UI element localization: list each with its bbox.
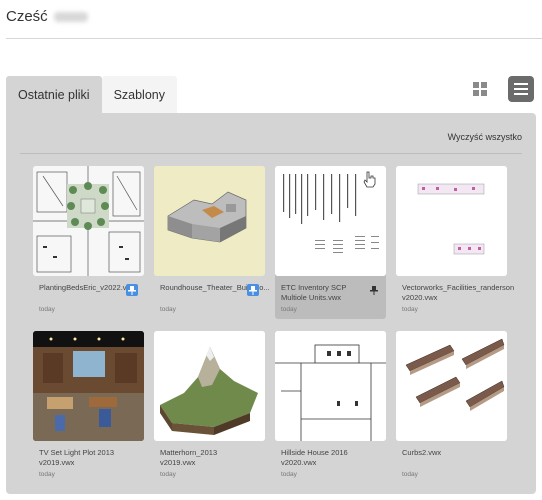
file-card[interactable]: Roundhouse_Theater_Buildino... today [154, 166, 270, 319]
tab-recent-files[interactable]: Ostatnie pliki [6, 76, 102, 113]
pin-button[interactable] [368, 284, 380, 296]
file-name: Curbs2.vwx [402, 448, 442, 457]
recent-files-panel: Wyczyść wszystko PlantingBedsEric_v2022.… [6, 113, 536, 494]
pin-button[interactable] [247, 284, 259, 296]
file-date: today [402, 471, 418, 478]
file-thumbnail [275, 331, 386, 441]
file-thumbnail [396, 166, 507, 276]
elevation-drawing-icon [275, 331, 386, 441]
file-thumbnail [396, 331, 507, 441]
file-card[interactable]: ETC Inventory SCP Multiole Units.vwx tod… [275, 166, 386, 319]
list-view-button[interactable] [508, 76, 534, 102]
tab-bar: Ostatnie pliki Szablony [6, 76, 177, 113]
file-name: Roundhouse_Theater_Buildino... [160, 283, 270, 292]
site-plan-icon [33, 166, 144, 276]
file-thumbnail [33, 166, 144, 276]
file-name: Hillside House 2016 v2020.vwx [281, 448, 348, 467]
file-date: today [39, 306, 55, 313]
file-name: ETC Inventory SCP Multiole Units.vwx [281, 283, 347, 302]
file-name: Matterhorn_2013 v2019.vwx [160, 448, 218, 467]
file-date: today [402, 306, 418, 313]
file-thumbnail [33, 331, 144, 441]
tab-templates[interactable]: Szablony [101, 76, 177, 113]
file-name: TV Set Light Plot 2013 v2019.vwx [39, 448, 115, 467]
file-date: today [281, 306, 297, 313]
pin-icon [128, 285, 136, 295]
grid-view-button[interactable] [468, 77, 492, 101]
clear-all-link[interactable]: Wyczyść wszystko [448, 132, 522, 142]
header-divider [6, 38, 542, 39]
file-name: PlantingBedsEric_v2022.vwx [39, 283, 136, 292]
file-thumbnail [275, 166, 386, 276]
building-model-icon [154, 166, 265, 276]
file-card[interactable]: Hillside House 2016 v2020.vwx today [275, 331, 386, 484]
grid-icon [473, 82, 487, 96]
facilities-plan-icon [396, 166, 507, 276]
view-toggle [468, 76, 534, 102]
mountain-terrain-icon [154, 331, 265, 441]
pin-button[interactable] [126, 284, 138, 296]
file-thumbnail [154, 331, 265, 441]
file-thumbnail [154, 166, 265, 276]
pin-icon [370, 285, 378, 295]
file-date: today [160, 306, 176, 313]
greeting: Cześć [6, 8, 88, 25]
file-date: today [39, 471, 55, 478]
file-card[interactable]: Curbs2.vwx today [396, 331, 507, 484]
tv-set-render-icon [33, 331, 144, 441]
file-card[interactable]: TV Set Light Plot 2013 v2019.vwx today [33, 331, 144, 484]
file-card[interactable]: PlantingBedsEric_v2022.vwx today [33, 166, 144, 319]
list-icon [514, 83, 528, 95]
hand-cursor-icon [363, 171, 376, 188]
file-card[interactable]: Vectorworks_Facilities_randerson v2020.v… [396, 166, 515, 319]
curbs-model-icon [396, 331, 507, 441]
file-date: today [160, 471, 176, 478]
file-card[interactable]: Matterhorn_2013 v2019.vwx today [154, 331, 265, 484]
panel-divider [20, 153, 522, 154]
file-date: today [281, 471, 297, 478]
greeting-text: Cześć [6, 8, 48, 25]
file-name: Vectorworks_Facilities_randerson v2020.v… [402, 283, 515, 302]
pin-icon [249, 285, 257, 295]
user-name-redacted [53, 11, 88, 22]
